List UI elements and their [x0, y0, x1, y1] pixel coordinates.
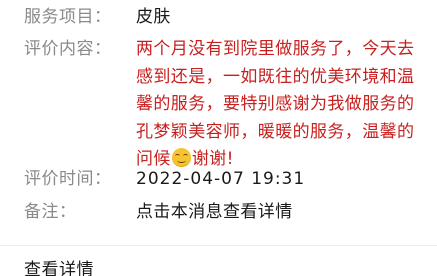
divider — [0, 245, 437, 246]
review-content-value: 两个月没有到院里做服务了，今天去感到还是，一如既往的优美环境和温馨的服务，要特别… — [136, 36, 421, 174]
note-label: 备注： — [24, 202, 77, 222]
note-value: 点击本消息查看详情 — [136, 202, 293, 222]
review-content-label: 评价内容： — [24, 39, 112, 59]
service-value: 皮肤 — [136, 7, 171, 27]
message-card[interactable]: 服务项目： 皮肤 评价内容： 两个月没有到院里做服务了，今天去感到还是，一如既往… — [0, 0, 437, 276]
service-label: 服务项目： — [24, 7, 112, 27]
review-time-value: 2022-04-07 19:31 — [136, 169, 306, 189]
review-time-label: 评价时间： — [24, 169, 112, 189]
smiling-face-emoji-icon — [171, 148, 191, 167]
view-details-link[interactable]: 查看详情 — [24, 258, 94, 276]
